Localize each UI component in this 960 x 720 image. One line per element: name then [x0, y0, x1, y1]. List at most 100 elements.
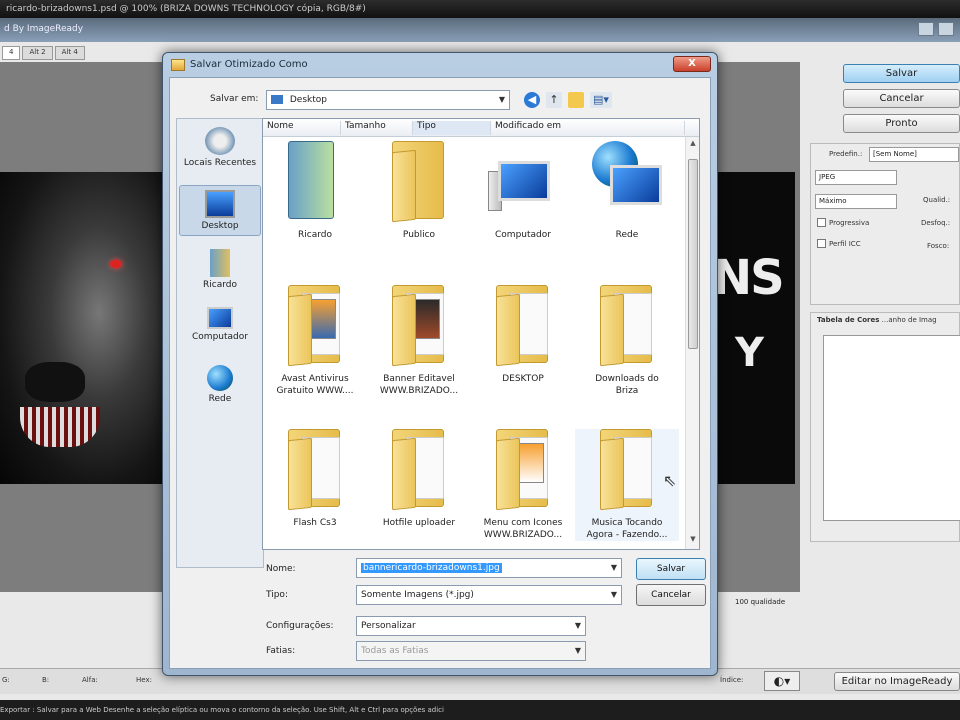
- place-recent[interactable]: Locais Recentes: [179, 127, 261, 168]
- green-readout: G:: [2, 676, 10, 684]
- user-folder-icon: [210, 249, 230, 277]
- maximize-icon[interactable]: [938, 22, 954, 36]
- quality-label: Qualid.:: [923, 196, 951, 204]
- save-button-bg[interactable]: Salvar: [843, 64, 960, 83]
- file-name-input[interactable]: bannericardo-brizadowns1.jpg ▼: [356, 558, 622, 578]
- banner-text-ns: NS: [712, 250, 785, 306]
- status-bar: Exportar : Salvar para a Web Desenhe a s…: [0, 700, 960, 720]
- slices-label: Fatias:: [266, 646, 296, 656]
- save-button[interactable]: Salvar: [636, 558, 706, 580]
- save-in-combo[interactable]: Desktop ▼: [266, 90, 510, 110]
- item-label-2: Gratuito WWW....: [276, 386, 354, 396]
- file-item-hotfile[interactable]: Hotfile uploader: [367, 429, 471, 529]
- new-folder-icon[interactable]: [568, 92, 584, 108]
- file-item-rede[interactable]: Rede: [575, 141, 679, 241]
- progressive-label: Progressiva: [829, 219, 870, 227]
- browser-preview-icon[interactable]: ◐▾: [764, 671, 800, 691]
- place-ricardo-label: Ricardo: [203, 280, 237, 290]
- hex-readout: Hex:: [136, 676, 152, 684]
- type-label: Tipo:: [266, 590, 288, 600]
- item-label: Hotfile uploader: [382, 518, 456, 528]
- place-recent-label: Locais Recentes: [183, 158, 257, 168]
- col-name[interactable]: Nome: [263, 121, 341, 135]
- file-type-select[interactable]: Somente Imagens (*.jpg) ▼: [356, 585, 622, 605]
- folder-icon: [384, 141, 454, 223]
- tab-original[interactable]: 4: [2, 46, 21, 60]
- icc-checkbox[interactable]: [817, 239, 826, 248]
- file-type-value: Somente Imagens (*.jpg): [361, 590, 474, 600]
- file-item-publico[interactable]: Publico: [367, 141, 471, 241]
- chevron-down-icon: ▼: [574, 646, 581, 655]
- folder-icon: [592, 285, 662, 367]
- blur-label: Desfoq.:: [921, 219, 951, 227]
- file-name-value: bannericardo-brizadowns1.jpg: [361, 563, 502, 573]
- folder-icon: [488, 429, 558, 511]
- chevron-down-icon: ▼: [498, 95, 505, 104]
- computer-icon: [488, 141, 558, 223]
- done-button[interactable]: Pronto: [843, 114, 960, 133]
- col-size[interactable]: Tamanho: [341, 121, 413, 135]
- folder-icon: [384, 285, 454, 367]
- app-window-bar: d By ImageReady: [0, 18, 960, 42]
- place-computer[interactable]: Computador: [179, 307, 261, 342]
- config-select[interactable]: Personalizar ▼: [356, 616, 586, 636]
- file-item-flash[interactable]: Flash Cs3: [263, 429, 367, 529]
- app-subtitle: d By ImageReady: [4, 24, 84, 34]
- file-item-downloads[interactable]: Downloads do Briza: [575, 285, 679, 397]
- file-item-desktop[interactable]: DESKTOP: [471, 285, 575, 385]
- desktop-small-icon: [271, 95, 283, 104]
- place-desktop-label: Desktop: [201, 221, 239, 231]
- tab-alt4[interactable]: Alt 4: [54, 46, 85, 60]
- minimize-icon[interactable]: [918, 22, 934, 36]
- place-network[interactable]: Rede: [179, 365, 261, 404]
- file-item-banner[interactable]: Banner Editavel WWW.BRIZADO...: [367, 285, 471, 397]
- col-type[interactable]: Tipo: [413, 121, 491, 135]
- wolf-eye: [110, 260, 122, 268]
- preset-label: Predefin.:: [829, 150, 863, 158]
- cancel-button-bg[interactable]: Cancelar: [843, 89, 960, 108]
- file-item-computador[interactable]: Computador: [471, 141, 575, 241]
- app-title-bar: ricardo-brizadowns1.psd @ 100% (BRIZA DO…: [0, 0, 960, 18]
- slices-value: Todas as Fatias: [361, 646, 429, 656]
- place-desktop[interactable]: Desktop: [179, 185, 261, 236]
- chevron-down-icon: ▼: [610, 590, 617, 599]
- file-item-avast[interactable]: Avast Antivirus Gratuito WWW....: [263, 285, 367, 397]
- file-item-ricardo[interactable]: Ricardo: [263, 141, 367, 241]
- cancel-button[interactable]: Cancelar: [636, 584, 706, 606]
- item-label-2: Briza: [615, 386, 639, 396]
- optimize-settings-panel: Predefin.: [Sem Nome] JPEG Máximo Qualid…: [810, 143, 960, 305]
- color-table-area: [823, 335, 960, 521]
- quality-select[interactable]: Máximo: [815, 194, 897, 209]
- view-menu-icon[interactable]: ▤▾: [590, 92, 612, 108]
- close-icon[interactable]: X: [673, 56, 711, 72]
- place-computer-label: Computador: [192, 332, 248, 342]
- config-value: Personalizar: [361, 621, 416, 631]
- column-headers: Nome Tamanho Tipo Modificado em: [263, 119, 699, 137]
- scroll-down-icon[interactable]: ▼: [686, 535, 699, 547]
- config-label: Configurações:: [266, 621, 334, 631]
- item-label: Computador: [495, 230, 551, 240]
- up-folder-icon[interactable]: ↑: [546, 92, 562, 108]
- matte-label: Fosco:: [927, 242, 950, 250]
- place-ricardo[interactable]: Ricardo: [179, 249, 261, 290]
- scroll-thumb[interactable]: [688, 159, 698, 349]
- tab-color-table[interactable]: Tabela de Cores: [817, 316, 879, 324]
- screen: ricardo-brizadowns1.psd @ 100% (BRIZA DO…: [0, 0, 960, 720]
- quality-readout: 100 qualidade: [735, 598, 786, 606]
- edit-in-imageready-button[interactable]: Editar no ImageReady: [834, 672, 960, 691]
- item-label: DESKTOP: [502, 374, 544, 384]
- back-icon[interactable]: ◀: [524, 92, 540, 108]
- color-table-tabs: Tabela de Cores ...anho de Imag: [811, 313, 959, 327]
- blue-readout: B:: [42, 676, 50, 684]
- file-list-scrollbar[interactable]: ▲ ▼: [685, 137, 699, 549]
- col-modified[interactable]: Modificado em: [491, 121, 685, 135]
- preset-select[interactable]: [Sem Nome]: [869, 147, 959, 162]
- format-select[interactable]: JPEG: [815, 170, 897, 185]
- scroll-up-icon[interactable]: ▲: [686, 139, 699, 151]
- tab-image-size[interactable]: ...anho de Imag: [882, 316, 937, 324]
- network-icon: [592, 141, 662, 223]
- file-item-menu[interactable]: Menu com Icones WWW.BRIZADO...: [471, 429, 575, 541]
- alpha-readout: Alfa:: [82, 676, 98, 684]
- progressive-checkbox[interactable]: [817, 218, 826, 227]
- tab-alt2[interactable]: Alt 2: [22, 46, 53, 60]
